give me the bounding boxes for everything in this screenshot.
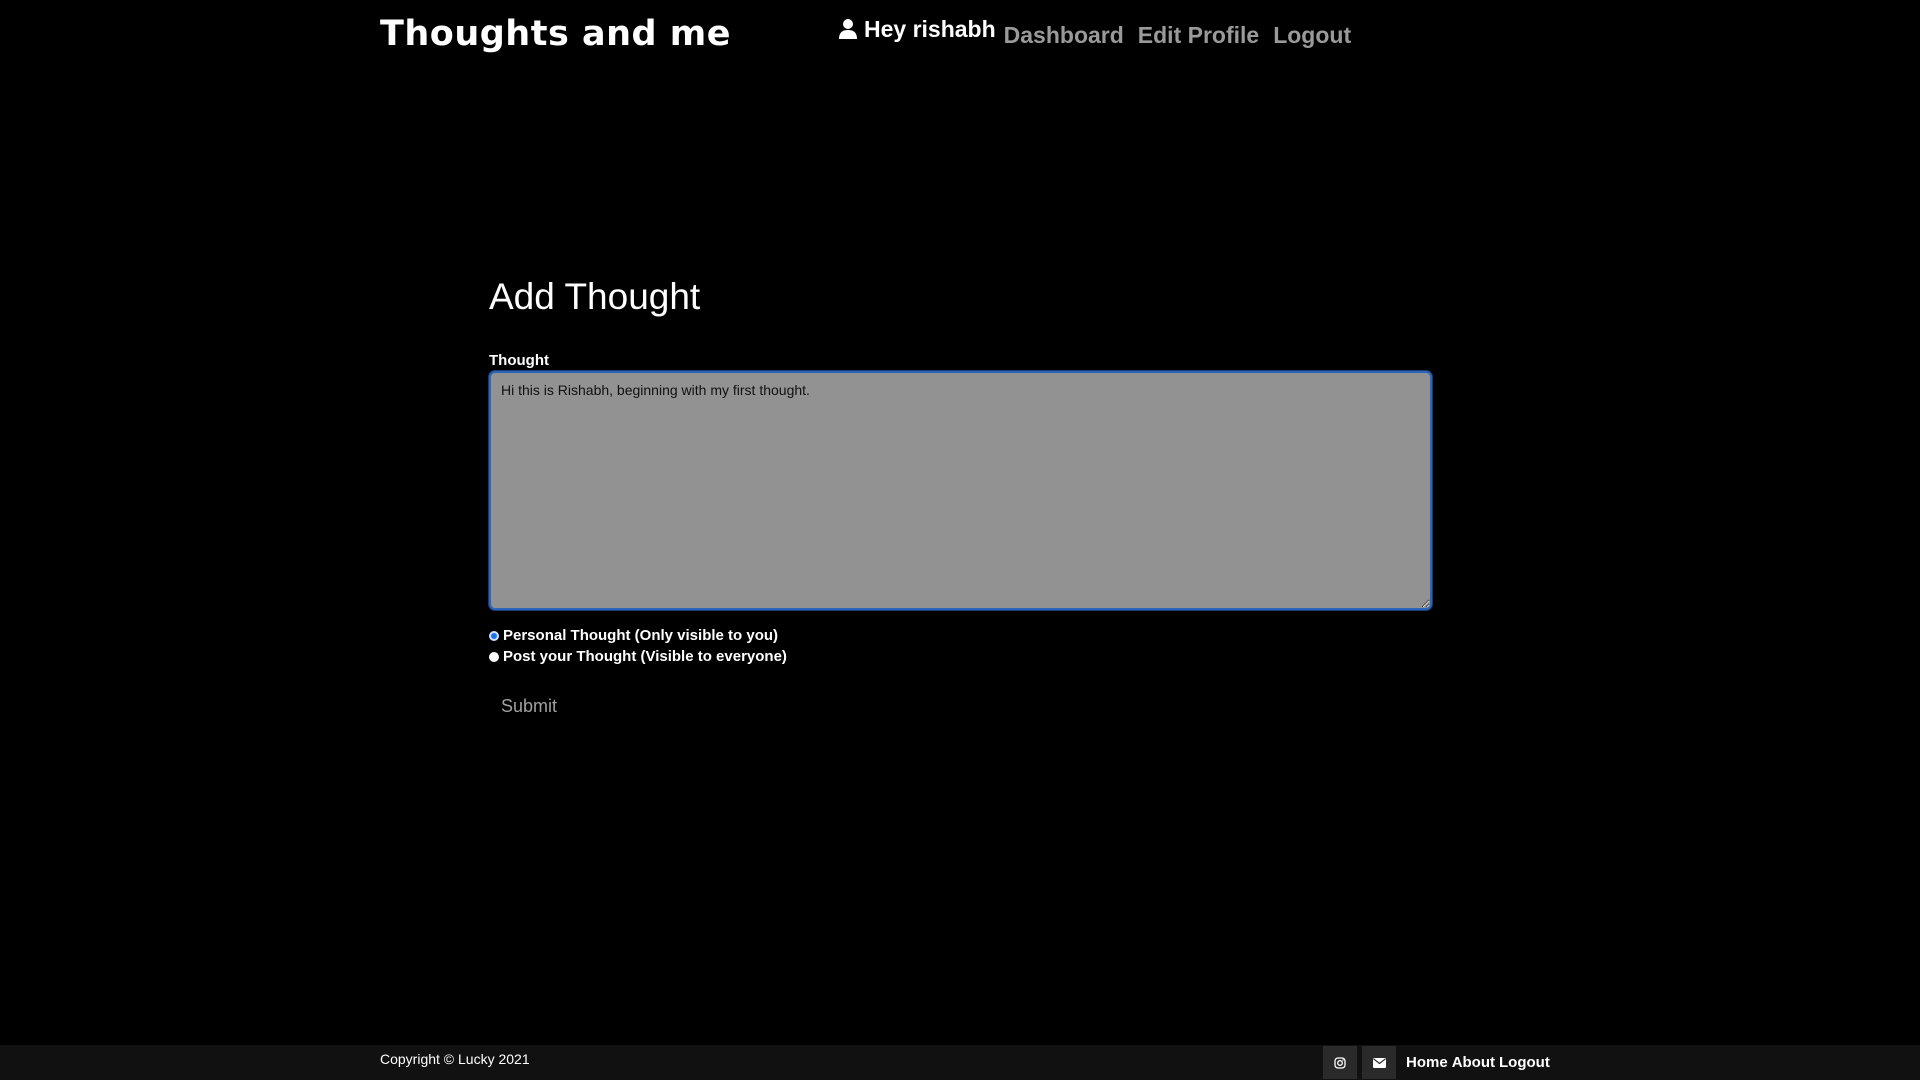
personal-option-label: Personal Thought (Only visible to you) — [503, 627, 779, 644]
footer-logout-link[interactable]: Logout — [1499, 1054, 1550, 1071]
instagram-button[interactable] — [1323, 1046, 1357, 1079]
public-radio[interactable] — [489, 651, 499, 662]
submit-button[interactable]: Submit — [489, 692, 569, 721]
public-thought-option[interactable]: Post your Thought (Visible to everyone) — [489, 648, 787, 665]
public-option-label: Post your Thought (Visible to everyone) — [503, 648, 787, 665]
footer: Copyright © Lucky 2021 Home About Logout — [0, 1045, 1920, 1080]
nav-edit-profile-link[interactable]: Edit Profile — [1138, 22, 1259, 49]
user-icon — [839, 19, 857, 39]
mail-icon — [1372, 1057, 1386, 1068]
thought-label: Thought — [489, 352, 549, 369]
thought-textarea[interactable]: Hi this is Rishabh, beginning with my fi… — [489, 371, 1432, 610]
nav-logout-link[interactable]: Logout — [1273, 22, 1351, 49]
top-nav: Hey rishabh Dashboard Edit Profile Logou… — [838, 14, 1365, 56]
nav-dashboard-link[interactable]: Dashboard — [1004, 22, 1124, 49]
footer-about-link[interactable]: About — [1452, 1054, 1495, 1071]
greeting-text: Hey rishabh — [864, 15, 996, 42]
personal-radio[interactable] — [489, 630, 499, 641]
personal-thought-option[interactable]: Personal Thought (Only visible to you) — [489, 627, 778, 644]
footer-right: Home About Logout — [1323, 1046, 1550, 1079]
site-brand[interactable]: Thoughts and me — [380, 14, 731, 54]
mail-button[interactable] — [1362, 1046, 1396, 1079]
copyright-text: Copyright © Lucky 2021 — [380, 1051, 530, 1067]
footer-home-link[interactable]: Home — [1406, 1054, 1448, 1071]
instagram-icon — [1334, 1056, 1346, 1069]
footer-links: Home About Logout — [1402, 1054, 1550, 1071]
user-greeting: Hey rishabh — [838, 16, 996, 43]
page-title: Add Thought — [489, 276, 701, 317]
page: Thoughts and me Hey rishabh Dashboard Ed… — [0, 0, 1920, 1080]
